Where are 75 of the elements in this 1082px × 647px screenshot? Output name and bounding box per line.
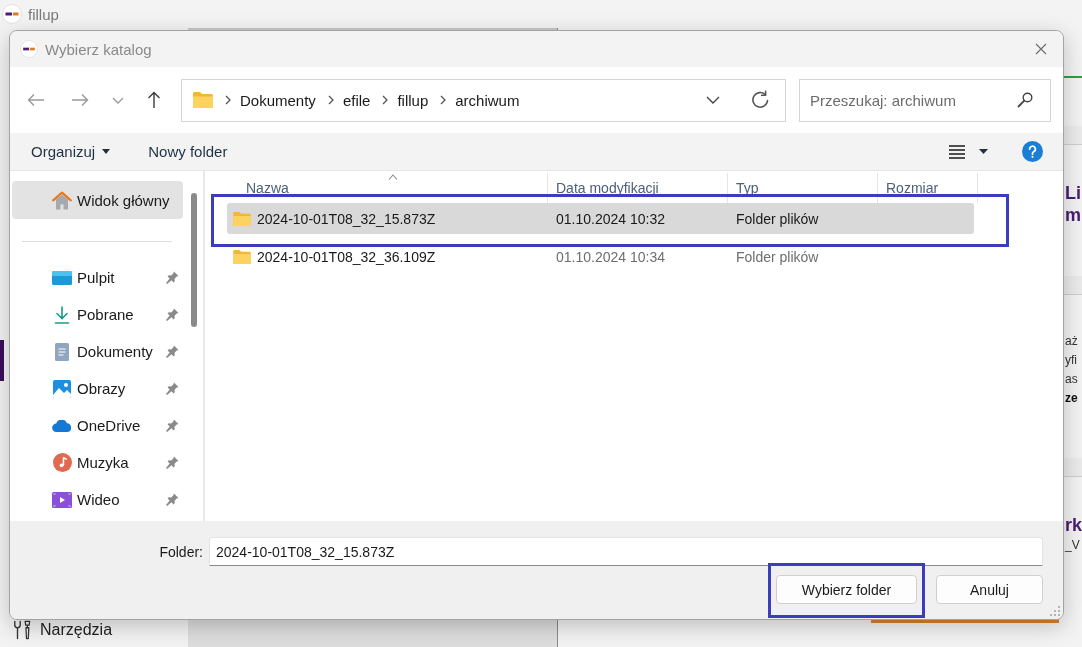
help-icon <box>1022 141 1043 162</box>
nav-item[interactable]: Muzyka <box>12 444 183 481</box>
cloud-icon <box>52 419 72 432</box>
nav-item[interactable]: Pulpit <box>12 259 183 296</box>
chevron-icon <box>225 95 231 105</box>
search-icon[interactable] <box>1017 91 1033 108</box>
file-name: 2024-10-01T08_32_36.109Z <box>257 248 436 265</box>
arrow-right-icon <box>71 93 89 107</box>
tools-icon <box>13 620 31 640</box>
accent-line <box>1064 76 1082 78</box>
scrollbar-thumb[interactable] <box>191 193 197 327</box>
page-text: rk <box>1065 514 1082 536</box>
refresh-icon <box>750 90 770 110</box>
page-text: aż <box>1065 333 1079 350</box>
nav-indicator <box>0 340 4 381</box>
menu-button[interactable]: Organizuj <box>31 136 111 167</box>
breadcrumb[interactable]: fillup <box>397 91 429 109</box>
folder-icon <box>193 92 213 108</box>
toolbar-button[interactable]: Nowy folder <box>148 136 228 167</box>
home-icon <box>52 190 72 210</box>
breadcrumb[interactable]: archiwum <box>455 91 520 109</box>
address-bar[interactable]: Dokumenty efile fillup archiwum <box>181 78 786 122</box>
file-row[interactable]: 2024-10-01T08_32_36.109Z 01.10.2024 10:34 Folder plików <box>227 241 974 272</box>
type-text: Folder plików <box>736 248 819 265</box>
page-text: Li <box>1065 182 1082 204</box>
help-button[interactable] <box>1021 140 1044 163</box>
page-text: ze <box>1065 390 1079 407</box>
picture-icon <box>53 379 71 398</box>
file-name: 2024-10-01T08_32_15.873Z <box>257 210 436 227</box>
type-text: Folder plików <box>736 210 819 227</box>
nav-item[interactable]: Pobrane <box>12 296 183 333</box>
chevron-icon <box>327 95 334 105</box>
page-text: as <box>1065 371 1079 388</box>
nav-item[interactable]: Wideo <box>12 481 183 518</box>
chevron-icon <box>440 95 447 105</box>
chevron-down-icon <box>706 96 720 104</box>
arrow-left-icon <box>27 93 45 107</box>
nav-item[interactable]: Obrazy <box>12 370 183 407</box>
folder-field[interactable]: 2024-10-01T08_32_15.873Z <box>209 537 1043 566</box>
cancel-button[interactable]: Anuluj <box>936 575 1043 604</box>
page-text: _V <box>1065 537 1081 554</box>
logo-icon <box>20 40 38 58</box>
nav-item[interactable]: Widok główny <box>12 181 183 219</box>
file-row[interactable]: 2024-10-01T08_32_15.873Z 01.10.2024 10:32 Folder plików <box>227 203 974 234</box>
breadcrumb[interactable]: Dokumenty <box>240 91 316 109</box>
chevron-down-icon <box>112 96 124 104</box>
close-icon <box>1035 43 1047 55</box>
download-icon <box>54 305 70 324</box>
nav-item[interactable]: OneDrive <box>12 407 183 444</box>
dialog-title: Wybierz katalog <box>45 40 152 58</box>
search-field[interactable]: Przeszukaj: archiwum <box>799 78 1051 122</box>
date-text: 01.10.2024 10:34 <box>556 248 665 265</box>
chevron-icon <box>382 95 389 105</box>
refresh-button[interactable] <box>749 89 771 111</box>
caret-icon <box>978 149 988 154</box>
sidebar-item[interactable]: Narzędzia <box>0 619 188 641</box>
field-label: Folder: <box>158 543 203 560</box>
arrow-up-icon <box>147 91 161 109</box>
video-icon <box>52 491 72 508</box>
list-view-icon <box>949 144 965 159</box>
close-button[interactable] <box>1034 42 1048 56</box>
breadcrumb[interactable]: efile <box>342 91 371 109</box>
caret-icon <box>102 149 111 154</box>
desktop-icon <box>52 270 72 285</box>
page-text: m <box>1065 204 1082 226</box>
music-icon <box>52 453 72 472</box>
nav-item[interactable]: Dokumenty <box>12 333 183 370</box>
page-text: yfi <box>1065 352 1078 369</box>
document-icon <box>55 342 69 361</box>
app-title: fillup <box>28 5 59 23</box>
folder-icon <box>233 249 251 264</box>
select-folder-button[interactable]: Wybierz folder <box>776 575 917 604</box>
folder-icon <box>233 211 251 226</box>
resize-grip-icon[interactable] <box>1050 606 1060 616</box>
date-text: 01.10.2024 10:32 <box>556 210 665 227</box>
